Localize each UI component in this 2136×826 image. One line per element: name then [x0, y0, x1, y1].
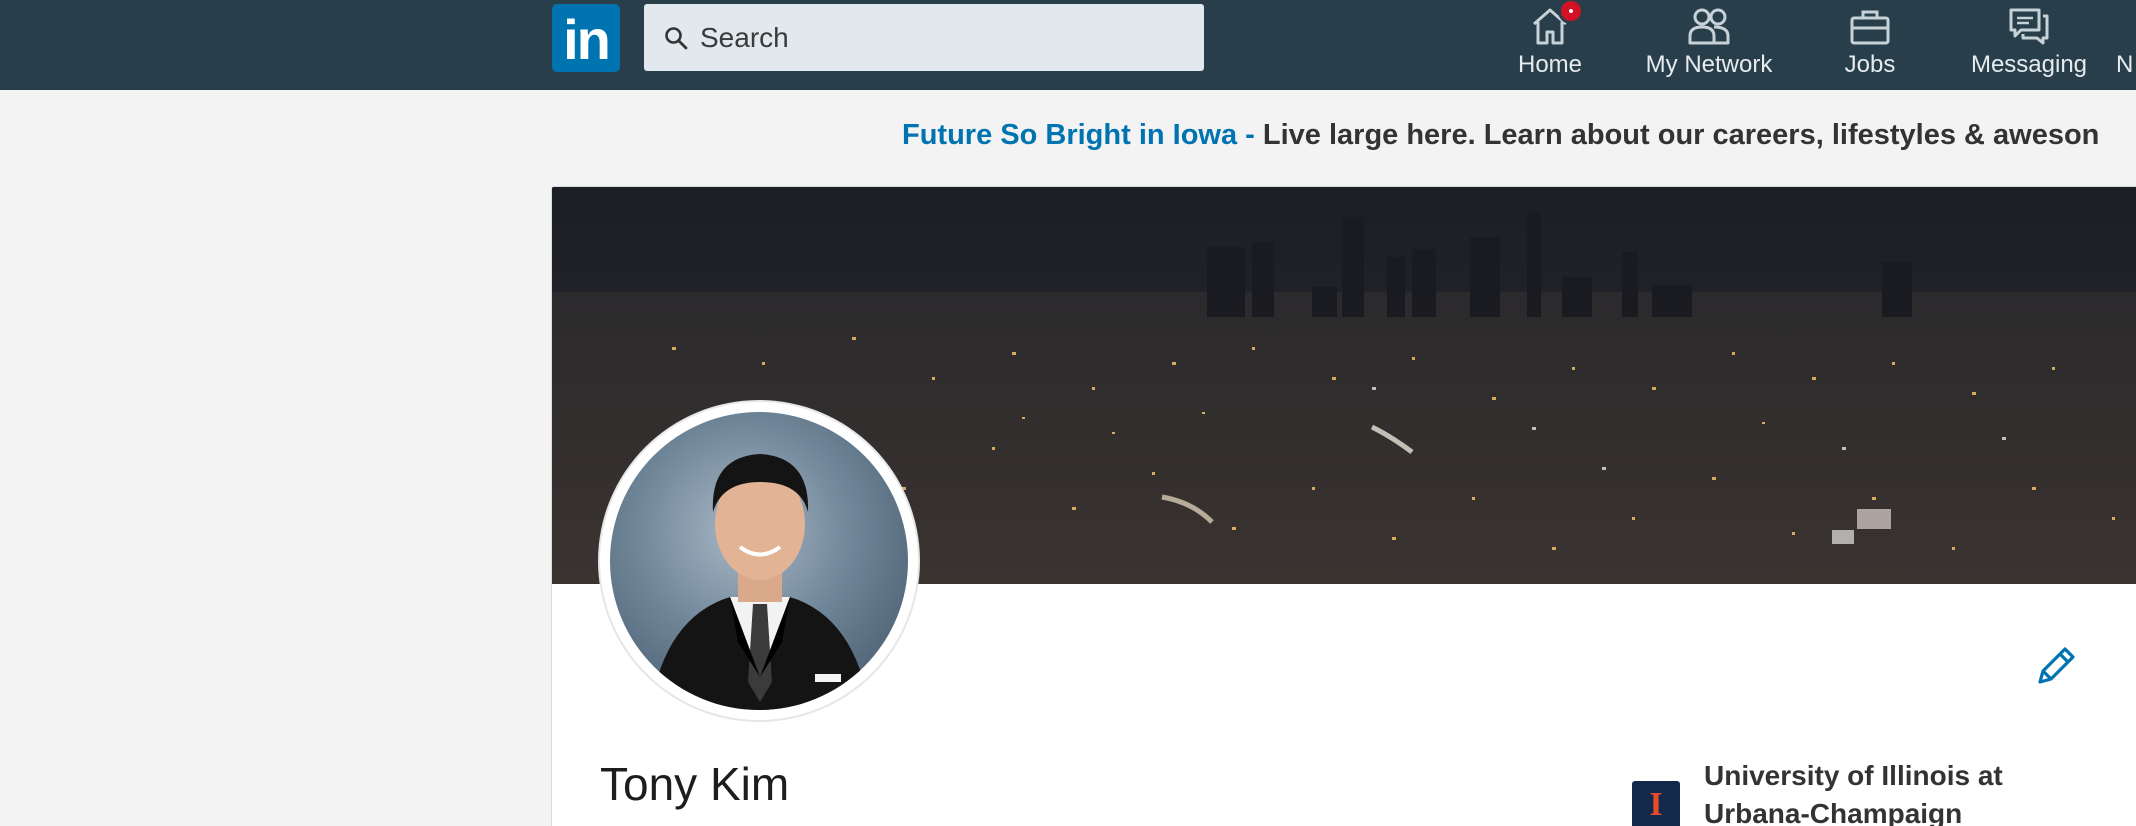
nav-messaging-label: Messaging [1970, 51, 2088, 78]
top-nav: in Home My Network Jobs [0, 0, 2136, 90]
nav-my-network-label: My Network [1645, 51, 1773, 78]
briefcase-icon [1850, 10, 1890, 45]
nav-jobs[interactable]: Jobs [1820, 0, 1920, 90]
ad-banner[interactable]: Future So Bright in Iowa - Live large he… [902, 119, 2136, 159]
ad-text: Live large here. Learn about our careers… [1254, 119, 2100, 151]
nav-jobs-label: Jobs [1844, 51, 1896, 78]
linkedin-logo[interactable]: in [552, 4, 620, 72]
school-name[interactable]: University of Illinois at Urbana-Champai… [1704, 757, 2034, 826]
search-box[interactable] [644, 4, 1204, 71]
school-logo-text: I [1649, 786, 1663, 823]
nav-notifications[interactable]: N [2116, 0, 2136, 90]
nav-notifications-label: N [2116, 51, 2134, 78]
network-icon [1688, 8, 1730, 45]
nav-messaging[interactable]: Messaging [1962, 0, 2096, 90]
ad-link[interactable]: Future So Bright in Iowa - [902, 119, 1255, 151]
person-portrait-image [650, 454, 870, 710]
avatar [610, 412, 908, 710]
nav-my-network[interactable]: My Network [1625, 0, 1793, 90]
linkedin-logo-text: in [563, 8, 611, 71]
notification-badge [1558, 0, 1584, 24]
nav-home[interactable]: Home [1500, 0, 1600, 90]
profile-name: Tony Kim [600, 758, 790, 810]
nav-home-label: Home [1517, 51, 1583, 78]
messaging-icon [2009, 8, 2049, 45]
pencil-icon [2038, 647, 2075, 684]
search-icon [665, 27, 688, 50]
edit-profile-button[interactable] [2032, 642, 2080, 690]
search-input[interactable] [700, 4, 1180, 71]
profile-card: Tony Kim I University of Illinois at Urb… [551, 186, 2136, 826]
profile-photo[interactable] [600, 402, 918, 720]
school-logo: I [1632, 781, 1680, 826]
